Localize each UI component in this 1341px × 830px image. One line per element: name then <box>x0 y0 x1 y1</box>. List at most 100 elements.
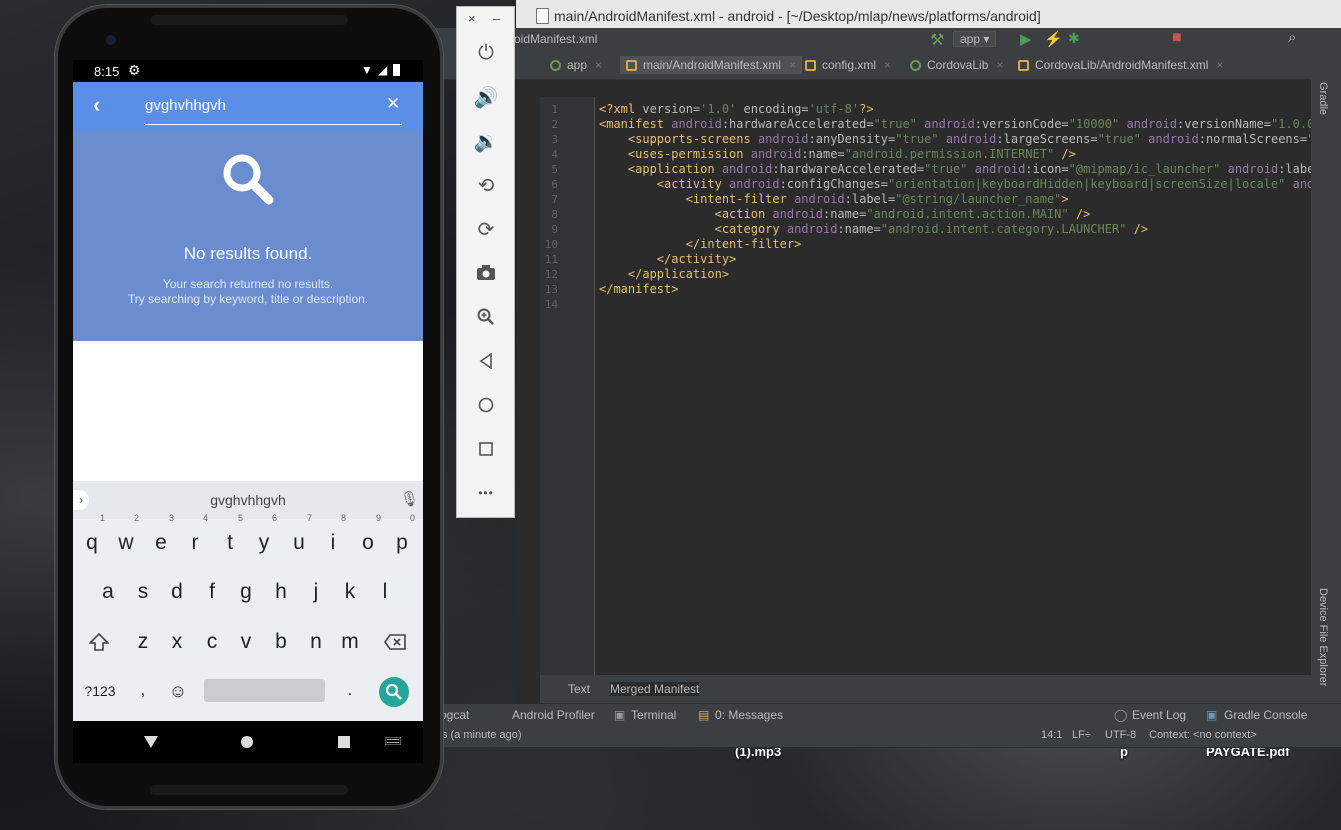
suggestion-word[interactable]: gvghvhhgvh <box>73 492 423 508</box>
keyboard-switch-icon[interactable] <box>385 737 401 745</box>
tab-text[interactable]: Text <box>568 682 590 696</box>
back-icon[interactable] <box>474 349 498 373</box>
symbols-key[interactable]: ?123 <box>80 671 120 711</box>
key-a[interactable]: a <box>91 572 125 612</box>
tool-terminal[interactable]: Terminal <box>631 708 676 722</box>
ide-toolbar: roidManifest.xml ⚒ app ▾ ▶ ⚡ ✱ ■ ⌕ <box>430 28 1341 52</box>
code-editor[interactable]: 1 2 3 4 5 6 7 8 9 10 11 12 13 14 <?xml v… <box>540 97 1311 675</box>
key-p[interactable]: p0 <box>385 513 419 563</box>
key-e[interactable]: e3 <box>144 513 178 563</box>
signal-icon: ◢ <box>378 63 388 77</box>
tab-cordovalib-manifest[interactable]: CordovaLib/AndroidManifest.xml × <box>1018 58 1223 72</box>
magnifier-icon <box>221 152 275 211</box>
key-f[interactable]: f <box>195 572 229 612</box>
key-t[interactable]: t5 <box>213 513 247 563</box>
code-line: </manifest> <box>599 282 679 296</box>
stop-icon[interactable]: ■ <box>1172 29 1182 47</box>
period-key[interactable]: . <box>335 671 365 711</box>
key-z[interactable]: z <box>126 622 160 662</box>
key-c[interactable]: c <box>195 622 229 662</box>
screenshot-camera-icon[interactable] <box>474 261 498 285</box>
module-icon <box>910 60 921 71</box>
content-area <box>73 341 423 481</box>
tool-logcat[interactable]: ogcat <box>440 708 469 722</box>
search-action-key[interactable] <box>379 677 409 707</box>
build-hammer-icon[interactable]: ⚒ <box>930 30 944 50</box>
key-m[interactable]: m <box>333 622 367 662</box>
tab-main-manifest[interactable]: main/AndroidManifest.xml × <box>620 56 803 74</box>
home-icon[interactable] <box>474 393 498 417</box>
line-number: 9 <box>551 223 558 236</box>
code-line: <manifest android:hardwareAccelerated="t… <box>599 117 1311 131</box>
clear-search-icon[interactable]: ✕ <box>386 94 400 114</box>
back-arrow-icon[interactable]: ‹ <box>93 92 100 118</box>
key-s[interactable]: s <box>126 572 160 612</box>
search-input[interactable] <box>145 94 375 116</box>
key-l[interactable]: l <box>368 572 402 612</box>
microphone-icon[interactable]: 🎙 <box>400 490 419 508</box>
file-encoding[interactable]: UTF-8 <box>1105 729 1136 741</box>
key-q[interactable]: q1 <box>75 513 109 563</box>
device-file-explorer-button[interactable]: Device File Explorer <box>1317 588 1329 686</box>
key-d[interactable]: d <box>160 572 194 612</box>
rotate-right-icon[interactable]: ⟳ <box>474 217 498 241</box>
caret-position[interactable]: 14:1 <box>1041 729 1062 741</box>
close-icon[interactable]: × <box>468 11 476 26</box>
line-separator[interactable]: LF÷ <box>1072 729 1091 741</box>
key-i[interactable]: i8 <box>316 513 350 563</box>
tab-config-xml[interactable]: config.xml × <box>805 58 891 72</box>
tool-event-log[interactable]: Event Log <box>1132 708 1186 722</box>
tool-android-profiler[interactable]: Android Profiler <box>512 708 595 722</box>
more-options-icon[interactable]: ••• <box>474 481 498 505</box>
key-j[interactable]: j <box>299 572 333 612</box>
volume-up-icon[interactable]: 🔊 <box>474 85 499 109</box>
tab-app[interactable]: app × <box>550 58 602 72</box>
key-b[interactable]: b <box>264 622 298 662</box>
tool-messages[interactable]: 0: Messages <box>715 708 783 722</box>
power-icon[interactable]: ⏻ <box>474 41 498 65</box>
key-u[interactable]: u7 <box>282 513 316 563</box>
nav-overview-icon[interactable] <box>337 735 351 749</box>
emoji-icon[interactable]: ☺ <box>161 671 195 711</box>
nav-home-icon[interactable] <box>240 735 254 749</box>
key-y[interactable]: y6 <box>247 513 281 563</box>
key-x[interactable]: x <box>160 622 194 662</box>
key-w[interactable]: w2 <box>109 513 143 563</box>
shift-key[interactable] <box>82 622 116 662</box>
key-o[interactable]: o9 <box>351 513 385 563</box>
xml-file-icon <box>626 60 637 71</box>
rotate-left-icon[interactable]: ⟲ <box>474 173 498 197</box>
battery-icon <box>393 64 400 76</box>
debug-icon[interactable]: ✱ <box>1068 30 1080 47</box>
key-h[interactable]: h <box>264 572 298 612</box>
tab-merged-manifest[interactable]: Merged Manifest <box>610 682 700 696</box>
key-k[interactable]: k <box>333 572 367 612</box>
key-v[interactable]: v <box>229 622 263 662</box>
minimize-icon[interactable]: – <box>493 11 500 26</box>
key-r[interactable]: r4 <box>178 513 212 563</box>
bottom-speaker <box>150 785 348 795</box>
key-g[interactable]: g <box>229 572 263 612</box>
ide-status-bar: s (a minute ago) 14:1 LF÷ UTF-8 Context:… <box>430 725 1341 747</box>
comma-key[interactable]: , <box>128 671 158 711</box>
overview-icon[interactable] <box>474 437 498 461</box>
backspace-key[interactable] <box>378 622 412 662</box>
key-n[interactable]: n <box>299 622 333 662</box>
wifi-icon: ▼ <box>361 63 373 77</box>
volume-down-icon[interactable]: 🔉 <box>474 129 499 153</box>
context-indicator[interactable]: Context: <no context> <box>1149 729 1257 741</box>
line-number: 7 <box>551 193 558 206</box>
run-config-select[interactable]: app ▾ <box>953 31 997 47</box>
tab-cordovalib[interactable]: CordovaLib × <box>910 58 1003 72</box>
space-bar[interactable] <box>204 679 325 702</box>
messages-icon: ▤ <box>698 708 710 722</box>
nav-back-icon[interactable] <box>143 735 159 749</box>
gradle-panel-button[interactable]: Gradle <box>1317 82 1329 115</box>
search-icon[interactable]: ⌕ <box>1288 29 1296 46</box>
breadcrumb[interactable]: roidManifest.xml <box>510 32 597 46</box>
run-icon[interactable]: ▶ <box>1020 30 1032 48</box>
zoom-icon[interactable] <box>474 305 498 329</box>
apply-changes-icon[interactable]: ⚡ <box>1044 30 1063 48</box>
tool-gradle-console[interactable]: Gradle Console <box>1224 708 1307 722</box>
code-line: <application android:hardwareAccelerated… <box>627 162 1311 176</box>
